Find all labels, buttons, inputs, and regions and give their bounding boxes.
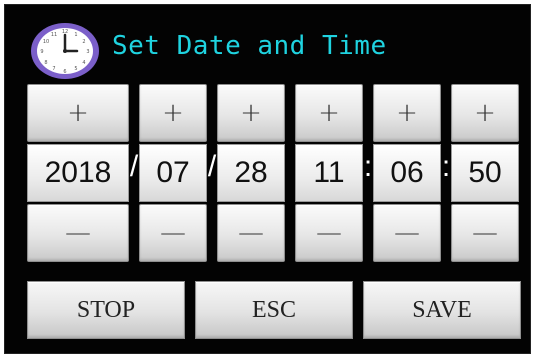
clock-icon: 12 3 6 9 1 2 4 5 7 8 10 11 [31,23,99,79]
page-title: Set Date and Time [112,31,387,61]
svg-text:3: 3 [86,49,89,55]
date-time-panel: 12 3 6 9 1 2 4 5 7 8 10 11 Set Date and … [4,4,531,354]
svg-text:6: 6 [63,69,66,75]
month-increment-button[interactable]: + [139,84,207,142]
date-separator: / [207,150,217,183]
minute-decrement-button[interactable]: — [373,204,441,262]
month-decrement-button[interactable]: — [139,204,207,262]
svg-text:10: 10 [43,39,49,45]
minute-column: + 06 — [373,84,441,264]
time-separator: : [441,150,451,183]
second-decrement-button[interactable]: — [451,204,519,262]
month-column: + 07 — [139,84,207,264]
svg-text:2: 2 [82,39,85,45]
date-separator: / [129,150,139,183]
stop-button[interactable]: STOP [27,281,185,339]
minute-increment-button[interactable]: + [373,84,441,142]
day-value: 28 [217,144,285,202]
svg-text:5: 5 [74,66,77,72]
day-column: + 28 — [217,84,285,264]
minute-value: 06 [373,144,441,202]
year-increment-button[interactable]: + [27,84,129,142]
year-column: + 2018 — [27,84,129,264]
svg-text:11: 11 [51,32,57,38]
second-increment-button[interactable]: + [451,84,519,142]
time-separator: : [363,150,373,183]
year-decrement-button[interactable]: — [27,204,129,262]
hour-decrement-button[interactable]: — [295,204,363,262]
hour-column: + 11 — [295,84,363,264]
second-value: 50 [451,144,519,202]
save-button[interactable]: SAVE [363,281,521,339]
second-column: + 50 — [451,84,519,264]
svg-text:8: 8 [44,60,47,66]
svg-text:7: 7 [52,66,55,72]
hour-value: 11 [295,144,363,202]
year-value: 2018 [27,144,129,202]
month-value: 07 [139,144,207,202]
day-decrement-button[interactable]: — [217,204,285,262]
hour-increment-button[interactable]: + [295,84,363,142]
svg-text:4: 4 [82,60,85,66]
svg-text:1: 1 [74,32,77,38]
day-increment-button[interactable]: + [217,84,285,142]
svg-text:9: 9 [40,49,43,55]
esc-button[interactable]: ESC [195,281,353,339]
